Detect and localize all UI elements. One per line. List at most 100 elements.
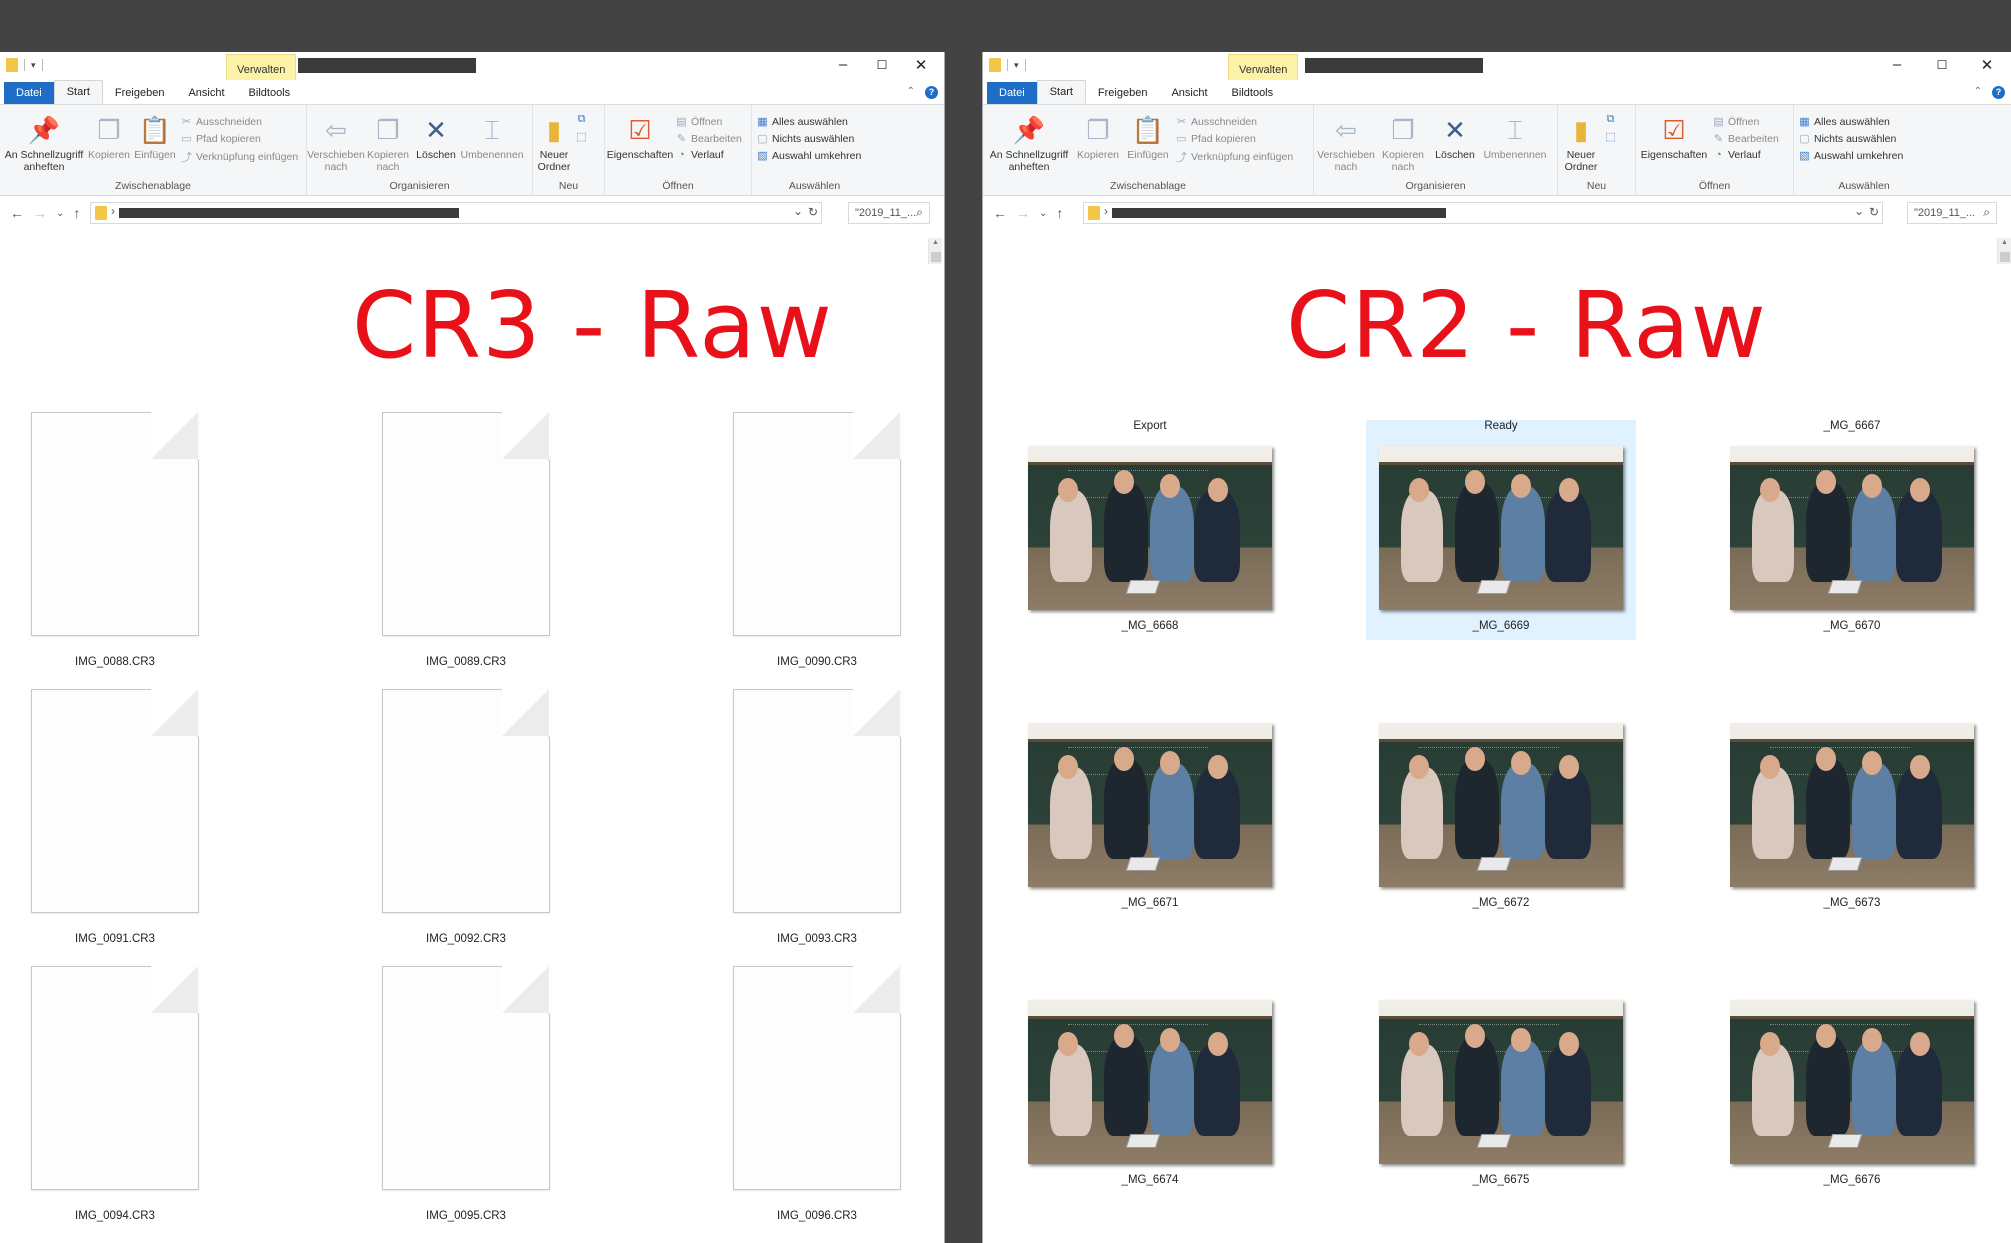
select-all-button[interactable]: ▦ Alles auswählen — [756, 115, 861, 129]
select-none-button[interactable]: ▢ Nichts auswählen — [1798, 132, 1903, 146]
file-item[interactable]: IMG_0090.CR3 — [702, 412, 932, 668]
tab-file[interactable]: Datei — [4, 82, 54, 104]
tab-picture-tools[interactable]: Bildtools — [236, 82, 303, 104]
photo-item[interactable]: _MG_6672 — [1366, 697, 1636, 917]
tab-picture-tools[interactable]: Bildtools — [1219, 82, 1286, 104]
address-dropdown-icon[interactable]: ⌄ — [793, 204, 803, 218]
person-figure — [1501, 763, 1545, 859]
person-head — [1160, 1028, 1180, 1052]
easy-access-button[interactable]: ⬚ — [575, 130, 588, 143]
scrollbar-thumb[interactable] — [2000, 252, 2010, 262]
person-head — [1511, 751, 1531, 775]
paste-shortcut-button[interactable]: ⤴ Verknüpfung einfügen — [180, 149, 298, 165]
new-item-button[interactable]: ⧉ — [1604, 113, 1617, 126]
file-item[interactable]: IMG_0091.CR3 — [0, 689, 230, 945]
up-arrow-icon[interactable]: ↑ — [1056, 205, 1063, 221]
customize-quick-access-icon[interactable]: ▾ — [31, 60, 36, 71]
scroll-up-icon[interactable]: ▲ — [932, 239, 939, 246]
customize-quick-access-icon[interactable]: ▾ — [1014, 60, 1019, 71]
new-item-button[interactable]: ⧉ — [575, 113, 588, 126]
file-item[interactable]: IMG_0093.CR3 — [702, 689, 932, 945]
minimize-icon[interactable]: – — [1888, 56, 1906, 73]
forward-arrow-icon[interactable]: → — [1016, 205, 1030, 221]
photo-item[interactable]: Ready _MG_6669 — [1366, 420, 1636, 640]
help-icon[interactable]: ? — [1992, 86, 2005, 99]
history-button[interactable]: ◔ Verlauf — [675, 149, 742, 161]
invert-selection-button[interactable]: ▧ Auswahl umkehren — [1798, 149, 1903, 163]
file-item[interactable]: IMG_0096.CR3 — [702, 966, 932, 1222]
easy-access-button[interactable]: ⬚ — [1604, 130, 1617, 143]
invert-selection-button[interactable]: ▧ Auswahl umkehren — [756, 149, 861, 163]
open-button[interactable]: ▤ Öffnen — [675, 115, 742, 129]
photo-item[interactable]: _MG_6675 — [1366, 974, 1636, 1194]
up-arrow-icon[interactable]: ↑ — [73, 205, 80, 221]
refresh-icon[interactable]: ↻ — [808, 205, 818, 219]
select-all-button[interactable]: ▦ Alles auswählen — [1798, 115, 1903, 129]
rename-icon: ⌶ — [1507, 115, 1523, 145]
photo-item[interactable]: Export _MG_6668 — [1015, 420, 1285, 640]
collapse-ribbon-icon[interactable]: ⌃ — [907, 86, 915, 99]
address-input[interactable]: › ⌄ ↻ — [90, 202, 822, 224]
new-folder-icon: ▮ — [546, 115, 562, 145]
open-button[interactable]: ▤ Öffnen — [1712, 115, 1779, 129]
file-item[interactable]: IMG_0089.CR3 — [351, 412, 581, 668]
tab-file[interactable]: Datei — [987, 82, 1037, 104]
collapse-ribbon-icon[interactable]: ⌃ — [1974, 86, 1982, 99]
scrollbar-thumb[interactable] — [931, 252, 941, 262]
laptop — [1125, 857, 1161, 871]
scrollbar[interactable]: ▲ — [1997, 238, 2011, 264]
generic-file-icon — [733, 966, 901, 1190]
tab-share[interactable]: Freigeben — [103, 82, 177, 104]
breadcrumb-chevron-icon: › — [111, 204, 115, 218]
address-dropdown-icon[interactable]: ⌄ — [1854, 204, 1864, 218]
photo-item[interactable]: _MG_6671 — [1015, 697, 1285, 917]
photo-item[interactable]: _MG_6667 _MG_6670 — [1717, 420, 1987, 640]
person-head — [1511, 1028, 1531, 1052]
address-input[interactable]: › ⌄ ↻ — [1083, 202, 1883, 224]
edit-button[interactable]: ✎ Bearbeiten — [1712, 132, 1779, 146]
copy-path-button[interactable]: ▭ Pfad kopieren — [180, 132, 298, 146]
back-arrow-icon[interactable]: ← — [993, 205, 1007, 221]
photo-item[interactable]: _MG_6676 — [1717, 974, 1987, 1194]
select-none-button[interactable]: ▢ Nichts auswählen — [756, 132, 861, 146]
paste-shortcut-button[interactable]: ⤴ Verknüpfung einfügen — [1175, 149, 1293, 165]
file-item[interactable]: IMG_0095.CR3 — [351, 966, 581, 1222]
open-label: Öffnen — [691, 115, 723, 128]
recent-locations-chevron-icon[interactable]: ⌄ — [56, 208, 64, 219]
close-icon[interactable]: ✕ — [912, 56, 930, 74]
refresh-icon[interactable]: ↻ — [1869, 205, 1879, 219]
history-button[interactable]: ◔ Verlauf — [1712, 149, 1779, 161]
person-figure — [1150, 486, 1194, 582]
back-arrow-icon[interactable]: ← — [10, 205, 24, 221]
tab-start[interactable]: Start — [53, 80, 103, 104]
edit-icon: ✎ — [1713, 133, 1724, 145]
file-item[interactable]: IMG_0088.CR3 — [0, 412, 230, 668]
forward-arrow-icon[interactable]: → — [33, 205, 47, 221]
search-text: "2019_11_... — [1914, 207, 1976, 219]
item-label: Export — [1133, 420, 1167, 432]
photo-item[interactable]: _MG_6674 — [1015, 974, 1285, 1194]
tab-view[interactable]: Ansicht — [1159, 82, 1219, 104]
tab-share[interactable]: Freigeben — [1086, 82, 1160, 104]
copy-to-icon: ❐ — [376, 115, 400, 145]
photo-item[interactable]: _MG_6673 — [1717, 697, 1987, 917]
file-item[interactable]: IMG_0094.CR3 — [0, 966, 230, 1222]
recent-locations-chevron-icon[interactable]: ⌄ — [1039, 208, 1047, 219]
copy-path-button[interactable]: ▭ Pfad kopieren — [1175, 132, 1293, 146]
tab-view[interactable]: Ansicht — [176, 82, 236, 104]
cut-button[interactable]: ✂ Ausschneiden — [180, 115, 298, 129]
minimize-icon[interactable]: – — [834, 56, 852, 73]
maximize-icon[interactable]: ☐ — [873, 58, 891, 72]
help-icon[interactable]: ? — [925, 86, 938, 99]
maximize-icon[interactable]: ☐ — [1933, 58, 1951, 72]
scrollbar[interactable]: ▲ — [928, 238, 942, 264]
edit-button[interactable]: ✎ Bearbeiten — [675, 132, 742, 146]
search-input[interactable]: "2019_11_... ⌕ — [848, 202, 930, 224]
tab-start[interactable]: Start — [1036, 80, 1086, 104]
cut-button[interactable]: ✂ Ausschneiden — [1175, 115, 1293, 129]
close-icon[interactable]: ✕ — [1978, 56, 1996, 74]
file-item[interactable]: IMG_0092.CR3 — [351, 689, 581, 945]
search-input[interactable]: "2019_11_... ⌕ — [1907, 202, 1997, 224]
person-head — [1816, 470, 1836, 494]
scroll-up-icon[interactable]: ▲ — [2001, 239, 2008, 246]
